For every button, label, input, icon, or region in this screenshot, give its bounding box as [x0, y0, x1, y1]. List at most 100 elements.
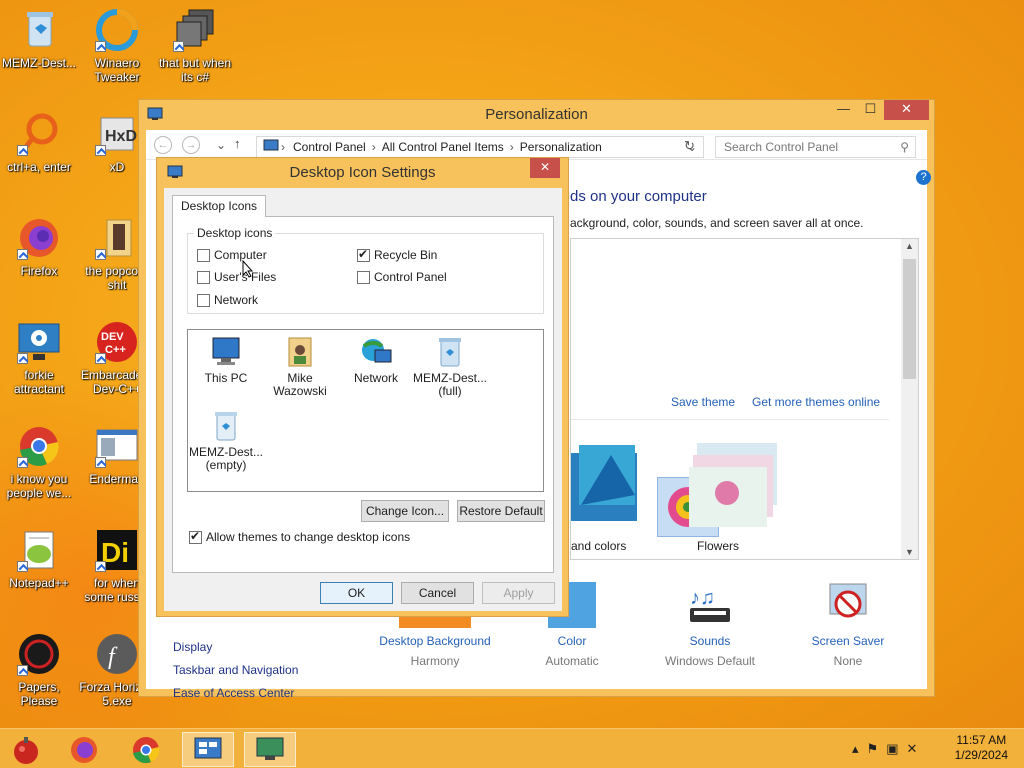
- refresh-icon[interactable]: ↻: [684, 138, 695, 154]
- navigation-bar: ← → ⌄ ↑ › Control Panel › All Control Pane…: [146, 130, 927, 160]
- clock[interactable]: 11:57 AM 1/29/2024: [955, 733, 1008, 763]
- screen-saver-icon: [824, 582, 872, 628]
- checkbox-allow-themes[interactable]: Allow themes to change desktop icons: [189, 529, 410, 544]
- screen-saver-item[interactable]: Screen Saver None: [778, 582, 918, 668]
- taskbar: ▴⚑▣✕ 11:57 AM 1/29/2024: [0, 728, 1024, 768]
- scrollbar-thumb[interactable]: [903, 259, 916, 379]
- minimize-button[interactable]: —: [830, 100, 857, 120]
- list-item-memz-empty[interactable]: MEMZ-Dest... (empty): [187, 410, 265, 472]
- breadcrumb-item[interactable]: Control Panel: [293, 140, 366, 154]
- desktop-icon-forkie[interactable]: forkie attractant: [0, 320, 78, 396]
- shortcut-arrow-icon: [95, 561, 106, 572]
- checkbox-label: Computer: [214, 248, 267, 262]
- list-item-this-pc[interactable]: This PC: [187, 336, 265, 385]
- tray-overflow-icon[interactable]: ▴: [852, 741, 867, 756]
- scroll-down-icon[interactable]: ▼: [901, 547, 918, 557]
- up-button[interactable]: ↑: [234, 136, 241, 151]
- desktop-icon-winaero[interactable]: Winaero Tweaker: [78, 8, 156, 84]
- desktop-icon-memz[interactable]: MEMZ-Dest...: [0, 8, 78, 70]
- desktop-icons-group: Desktop icons Computer Recycle Bin User'…: [187, 226, 544, 314]
- start-button[interactable]: [0, 732, 52, 767]
- shortcut-arrow-icon: [95, 457, 106, 468]
- themes-list[interactable]: Save theme Get more themes online and co…: [570, 238, 919, 560]
- checkbox-box[interactable]: [357, 247, 370, 262]
- search-input[interactable]: Search Control Panel ⚲: [715, 136, 916, 158]
- shortcut-arrow-icon: [17, 145, 28, 156]
- desktop-icon-ctrl-a[interactable]: ctrl+a, enter: [0, 112, 78, 174]
- link-ease-of-access[interactable]: Ease of Access Center: [173, 686, 298, 700]
- desktop-icon-settings-dialog: Desktop Icon Settings ✕ Desktop Icons De…: [156, 157, 569, 617]
- link-display[interactable]: Display: [173, 640, 298, 654]
- address-bar[interactable]: › Control Panel › All Control Panel Items ›…: [256, 136, 704, 158]
- taskbar-personalization[interactable]: [244, 732, 296, 767]
- taskbar-control-panel[interactable]: [182, 732, 234, 767]
- get-more-themes-link[interactable]: Get more themes online: [752, 395, 880, 409]
- sounds-item[interactable]: ♪♫ Sounds Windows Default: [640, 582, 780, 668]
- start-orb-icon: [14, 736, 38, 764]
- breadcrumb-item[interactable]: All Control Panel Items: [382, 140, 504, 154]
- flash-icon: f: [95, 632, 139, 676]
- desktop-icon-label: forkie attractant: [13, 368, 65, 396]
- checkbox-box[interactable]: [197, 293, 210, 307]
- flowers-stack-icon: [689, 443, 777, 527]
- history-dropdown-icon[interactable]: ⌄: [212, 136, 230, 154]
- scrollbar[interactable]: ▲ ▼: [901, 239, 918, 559]
- firefox-icon: [71, 736, 97, 763]
- checkbox-control-panel[interactable]: Control Panel: [357, 270, 447, 284]
- list-item-label: Mike Wazowski: [273, 371, 327, 398]
- restore-default-button[interactable]: Restore Default: [457, 500, 545, 522]
- list-item-memz-full[interactable]: MEMZ-Dest... (full): [411, 336, 489, 398]
- back-button[interactable]: ←: [154, 136, 172, 154]
- save-theme-link[interactable]: Save theme: [671, 395, 735, 409]
- checkbox-box[interactable]: [189, 529, 202, 544]
- checkbox-users-files[interactable]: User's Files: [197, 270, 276, 284]
- divider: [571, 419, 889, 420]
- icon-list[interactable]: This PC Mike Wazowski Network MEMZ-Dest.…: [187, 329, 544, 492]
- magnifier-icon: [17, 112, 61, 156]
- theme-partial[interactable]: [571, 445, 639, 528]
- checkbox-box[interactable]: [197, 248, 210, 262]
- taskbar-firefox[interactable]: [58, 732, 110, 767]
- desktop-icon-firefox[interactable]: Firefox: [0, 216, 78, 278]
- link-taskbar-navigation[interactable]: Taskbar and Navigation: [173, 663, 298, 677]
- recycle-bin-empty-icon: [209, 410, 243, 442]
- checkbox-recycle-bin[interactable]: Recycle Bin: [357, 247, 437, 262]
- close-button[interactable]: ✕: [884, 100, 929, 120]
- scroll-up-icon[interactable]: ▲: [901, 241, 918, 251]
- list-item-network[interactable]: Network: [337, 336, 415, 385]
- winaero-icon: [95, 8, 139, 52]
- desktop-icon-chrome-know[interactable]: i know you people we...: [0, 424, 78, 500]
- window-title: Personalization: [485, 106, 588, 123]
- change-icon-button[interactable]: Change Icon...: [361, 500, 449, 522]
- taskbar-chrome[interactable]: [120, 732, 172, 767]
- checkbox-computer[interactable]: Computer: [197, 248, 267, 262]
- computer-icon: [209, 336, 243, 368]
- cancel-button[interactable]: Cancel: [401, 582, 474, 604]
- maximize-button[interactable]: ☐: [857, 100, 884, 120]
- tab-desktop-icons[interactable]: Desktop Icons: [172, 195, 267, 217]
- volume-muted-icon[interactable]: ✕: [906, 741, 925, 756]
- action-center-flag-icon[interactable]: ⚑: [867, 741, 887, 756]
- ok-button[interactable]: OK: [320, 582, 393, 604]
- forward-button[interactable]: →: [182, 136, 200, 154]
- desktop-icon-notepadpp[interactable]: Notepad++: [0, 528, 78, 590]
- desktop-icon-label: Firefox: [20, 264, 58, 278]
- list-item-mike-wazowski[interactable]: Mike Wazowski: [261, 336, 339, 398]
- folder-icon: [95, 216, 139, 260]
- svg-text:C++: C++: [105, 344, 126, 356]
- computer-gear-icon: [17, 320, 61, 364]
- breadcrumb-item[interactable]: Personalization: [520, 140, 602, 154]
- dialog-close-button[interactable]: ✕: [530, 158, 560, 178]
- desktop-icon-csharp[interactable]: that but when its c#: [156, 8, 234, 84]
- network-tray-icon[interactable]: ▣: [886, 741, 906, 756]
- desktop-icon-papers-please[interactable]: Papers, Please: [0, 632, 78, 708]
- checkbox-box[interactable]: [357, 270, 370, 284]
- checkbox-box[interactable]: [197, 270, 210, 284]
- shortcut-arrow-icon: [17, 249, 28, 260]
- checkbox-network[interactable]: Network: [197, 293, 258, 307]
- help-icon[interactable]: ?: [916, 170, 931, 185]
- apply-button[interactable]: Apply: [482, 582, 555, 604]
- group-legend: Desktop icons: [194, 226, 276, 240]
- breadcrumb-separator-icon: ›: [509, 140, 514, 154]
- firefox-icon: [17, 216, 61, 260]
